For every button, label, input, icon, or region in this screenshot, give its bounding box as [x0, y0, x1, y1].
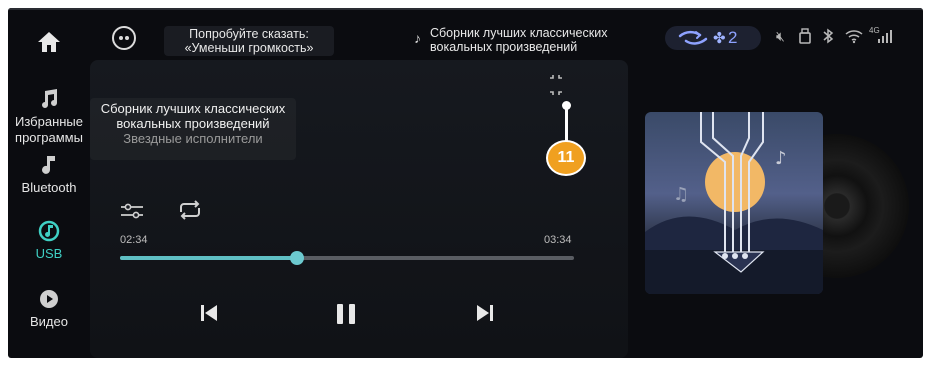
repeat-icon[interactable] [176, 198, 204, 222]
album-art-area: ♪ ♫ [645, 112, 909, 300]
svg-text:♫: ♫ [673, 184, 689, 205]
music-notes-icon [42, 89, 57, 108]
progress-fill [120, 256, 298, 260]
album-illustration: ♪ ♫ [645, 112, 823, 294]
sidebar-item-label: USB [35, 246, 63, 261]
home-icon [38, 32, 60, 52]
total-time: 03:34 [544, 234, 572, 246]
play-icon [40, 290, 58, 308]
airflow-icon [678, 30, 708, 45]
collapse-icon[interactable] [546, 74, 566, 96]
album-cover: ♪ ♫ [645, 112, 823, 294]
mute-icon: 🔇︎ [776, 28, 785, 44]
annotation-pin-stem [562, 101, 571, 142]
sidebar-item-usb[interactable]: USB [8, 220, 90, 262]
music-note-icon: ♪ [414, 30, 421, 46]
previous-track-icon[interactable] [198, 302, 220, 324]
pause-icon[interactable] [334, 302, 360, 326]
annotation-badge: 11 [546, 140, 586, 176]
bluetooth-icon [823, 28, 834, 44]
svg-text:♪: ♪ [775, 148, 787, 169]
wifi-icon [845, 30, 863, 44]
now-playing-title[interactable]: Сборник лучших классических вокальных пр… [430, 26, 630, 54]
usb-music-icon [38, 220, 60, 242]
track-title: Сборник лучших классических вокальных пр… [100, 101, 286, 131]
bluetooth-music-icon [42, 156, 55, 174]
sidebar-item-video[interactable]: Видео [8, 288, 90, 330]
infotainment-screen: Избранные программы Bluetooth USB Видео … [8, 8, 923, 358]
usb-drive-icon [799, 28, 811, 44]
fan-icon: ✤ [713, 30, 726, 47]
voice-hint: Попробуйте сказать: «Уменьши громкость» [164, 26, 334, 56]
equalizer-icon[interactable] [120, 200, 144, 222]
sidebar-item-bluetooth[interactable]: Bluetooth [8, 154, 90, 196]
progress-knob[interactable] [290, 251, 305, 265]
sidebar-item-favorites[interactable]: Избранные программы [8, 88, 90, 146]
top-divider [8, 8, 923, 10]
sidebar-item-label: Bluetooth [21, 180, 77, 195]
svg-text:4G: 4G [869, 26, 880, 35]
next-track-icon[interactable] [474, 302, 496, 324]
fan-level: 2 [728, 28, 738, 47]
signal-4g-icon: 4G [869, 26, 892, 43]
sidebar-item-label: Видео [30, 314, 68, 329]
sidebar: Избранные программы Bluetooth USB Видео [8, 8, 90, 358]
track-artist: Звездные исполнители [123, 131, 263, 146]
sidebar-item-home[interactable] [8, 30, 90, 58]
voice-assistant-icon[interactable] [112, 26, 136, 50]
sidebar-item-label: Избранные программы [15, 114, 83, 145]
current-time: 02:34 [120, 234, 148, 246]
